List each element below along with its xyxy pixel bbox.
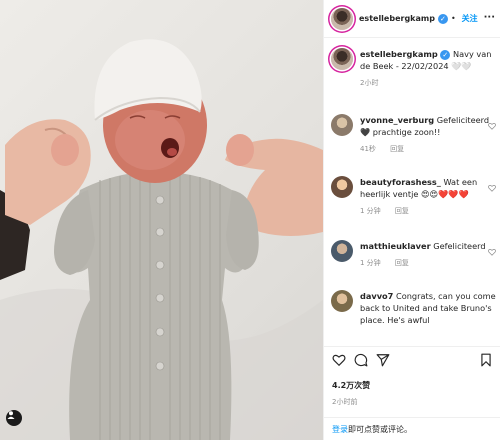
- comment-time: 41秒: [360, 145, 376, 153]
- login-prompt: 登录即可点赞或评论。: [324, 417, 500, 440]
- comment-time: 1 分钟: [360, 259, 381, 267]
- post-side-panel: estellebergkamp ✓ • 关注 ··· estellebergka…: [323, 0, 500, 440]
- author-avatar[interactable]: [331, 7, 353, 30]
- like-comment-icon[interactable]: [488, 122, 496, 130]
- commenter-avatar[interactable]: [331, 114, 353, 136]
- login-prompt-text: 即可点赞或评论。: [348, 425, 412, 434]
- likes-count[interactable]: 4.2万次赞: [332, 380, 370, 391]
- comment-text: Gefeliciteerd: [433, 241, 486, 251]
- verified-icon: ✓: [437, 13, 448, 24]
- reply-button[interactable]: 回复: [390, 145, 404, 153]
- post-photo[interactable]: [0, 0, 323, 440]
- comment-item: davvo7 Congrats, can you come back to Un…: [331, 290, 497, 326]
- reply-button[interactable]: 回复: [395, 207, 409, 215]
- comment-item: yvonne_verburg Gefeliciteerd 🖤 prachtige…: [331, 114, 497, 154]
- reply-button[interactable]: 回复: [395, 259, 409, 267]
- comment-username[interactable]: matthieuklaver: [360, 241, 431, 251]
- post-date: 2小时前: [332, 398, 358, 406]
- comment-username[interactable]: beautyforashess_: [360, 177, 441, 187]
- comment-item: beautyforashess_ Wat een heerlijk ventje…: [331, 176, 497, 216]
- post-header: estellebergkamp ✓ • 关注 ···: [324, 0, 500, 38]
- commenter-avatar[interactable]: [331, 290, 353, 312]
- more-options-icon[interactable]: ···: [484, 12, 495, 23]
- separator-dot: •: [450, 14, 456, 23]
- comment-item: matthieuklaver Gefeliciteerd 1 分钟 回复: [331, 240, 497, 268]
- user-tag-icon[interactable]: [6, 410, 22, 426]
- comment-icon[interactable]: [354, 353, 368, 367]
- like-comment-icon[interactable]: [488, 184, 496, 192]
- commenter-avatar[interactable]: [331, 240, 353, 262]
- comment-time: 1 分钟: [360, 207, 381, 215]
- like-comment-icon[interactable]: [488, 248, 496, 256]
- caption-avatar[interactable]: [331, 48, 353, 70]
- comment-username[interactable]: davvo7: [360, 291, 393, 301]
- verified-icon: ✓: [440, 50, 451, 60]
- follow-button[interactable]: 关注: [462, 13, 478, 24]
- caption-time: 2小时: [360, 79, 379, 87]
- like-heart-icon[interactable]: [332, 353, 346, 367]
- post-actions-bar: [324, 346, 500, 374]
- author-username[interactable]: estellebergkamp: [359, 14, 435, 23]
- save-bookmark-icon[interactable]: [479, 353, 493, 367]
- caption: estellebergkamp ✓ Navy van de Beek - 22/…: [331, 48, 497, 88]
- baby-photo-illustration: [0, 39, 323, 440]
- login-link[interactable]: 登录: [332, 425, 348, 434]
- commenter-avatar[interactable]: [331, 176, 353, 198]
- share-icon[interactable]: [376, 353, 390, 367]
- caption-username[interactable]: estellebergkamp: [360, 49, 438, 59]
- comment-username[interactable]: yvonne_verburg: [360, 115, 434, 125]
